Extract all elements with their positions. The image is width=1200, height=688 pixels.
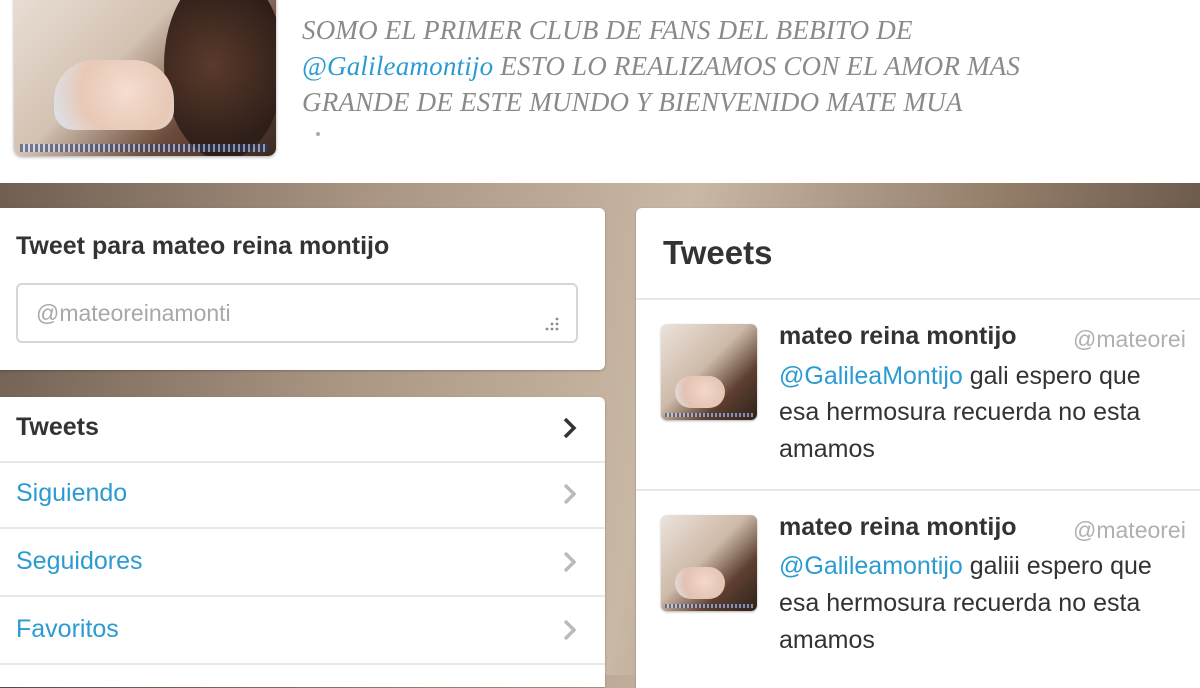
tweet-mention-link[interactable]: @GalileaMontijo (779, 362, 963, 390)
tweet-text-line-1: @GalileaMontijo gali espero que (779, 362, 1141, 391)
tweet-text: gali espero que (962, 362, 1141, 390)
tweet-text-line-2: esa hermosura recuerda no esta (779, 398, 1141, 426)
bio-mention-link[interactable]: @Galileamontijo (302, 51, 493, 81)
nav-item-favoritos[interactable]: Favoritos (0, 599, 605, 665)
tweet-author-handle[interactable]: @mateorei (1073, 517, 1186, 544)
bio-line-1: SOMO EL PRIMER CLUB DE FANS DEL BEBITO D… (302, 15, 913, 45)
nav-item-tweets[interactable]: Tweets (0, 397, 605, 463)
profile-avatar[interactable] (14, 0, 276, 156)
bio-line-2: @Galileamontijo ESTO LO REALIZAMOS CON E… (302, 48, 1162, 84)
tweet-text: galiii espero que (962, 552, 1152, 580)
avatar-photo-hair (164, 0, 276, 156)
bio-separator-dot (316, 132, 320, 136)
tweet-author-handle[interactable]: @mateorei (1073, 326, 1186, 353)
bio-line-3: GRANDE DE ESTE MUNDO Y BIENVENIDO MATE M… (302, 87, 963, 117)
avatar-caption-strip (20, 144, 268, 152)
timeline-title: Tweets (663, 234, 773, 271)
tweet-text-line-1: @Galileamontijo galiii espero que (779, 552, 1152, 581)
tweet-compose-title: Tweet para mateo reina montijo (16, 232, 390, 260)
timeline-divider (636, 298, 1200, 300)
resize-grip-icon[interactable] (540, 316, 560, 332)
tweet-avatar-strip (665, 413, 753, 417)
profile-bio: SOMO EL PRIMER CLUB DE FANS DEL BEBITO D… (302, 12, 1162, 120)
chevron-right-icon (563, 619, 577, 641)
tweet-avatar-photo (675, 376, 725, 408)
tweet-text-line-2: esa hermosura recuerda no esta (779, 589, 1141, 617)
tweet-compose-input[interactable] (16, 283, 578, 343)
tweet-author-name[interactable]: mateo reina montijo (779, 513, 1017, 542)
nav-item-label: Seguidores (16, 547, 143, 575)
tweet-text-line-3: amamos (779, 435, 875, 463)
nav-item-seguidores[interactable]: Seguidores (0, 531, 605, 597)
chevron-right-icon (563, 551, 577, 573)
tweet-mention-link[interactable]: @Galileamontijo (779, 552, 963, 580)
bio-line-2-text: ESTO LO REALIZAMOS CON EL AMOR MAS (493, 51, 1021, 81)
avatar-photo-baby (54, 60, 174, 130)
tweet-text-line-3: amamos (779, 626, 875, 654)
tweet-divider (636, 489, 1200, 491)
nav-item-label: Tweets (16, 413, 99, 441)
nav-item-label: Favoritos (16, 615, 119, 643)
chevron-right-icon (563, 417, 577, 439)
tweet-avatar-photo (675, 567, 725, 599)
nav-item-siguiendo[interactable]: Siguiendo (0, 463, 605, 529)
nav-item-label: Siguiendo (16, 479, 128, 507)
tweet-avatar-strip (665, 604, 753, 608)
tweet-avatar[interactable] (661, 324, 757, 420)
tweet-avatar[interactable] (661, 515, 757, 611)
chevron-right-icon (563, 483, 577, 505)
tweet-author-name[interactable]: mateo reina montijo (779, 322, 1017, 351)
profile-nav: Tweets Siguiendo Seguidores Favoritos (0, 397, 605, 687)
